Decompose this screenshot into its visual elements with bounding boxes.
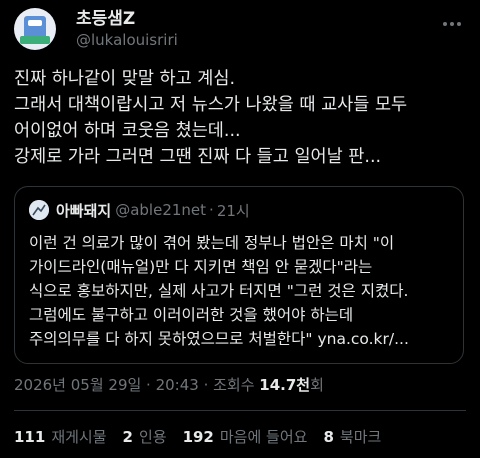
tweet-line: 어이없어 하며 코웃음 쳤는데... [14,121,241,141]
stat-bookmarks[interactable]: 8 북마크 [323,426,381,447]
stat-number: 111 [14,428,46,446]
tweet-line: 그래서 대책이랍시고 저 뉴스가 나왔을 때 교사들 모두 [14,95,408,115]
author-names: 초등샘Z @lukalouisriri [76,8,178,50]
tweet-meta: 2026년 05월 29일 · 20:43 · 조회수 14.7천회 [14,374,324,395]
stat-number: 8 [323,428,334,446]
quoted-avatar-image [29,200,49,220]
author-handle[interactable]: @lukalouisriri [76,30,178,50]
tweet-line: 진짜 하나같이 맞말 하고 계심. [14,69,236,89]
quoted-line: 그럼에도 불구하고 이러이러한 것을 했어야 하는데 [29,306,354,324]
engagement-stats: 111 재게시물 2 인용 192 마음에 들어요 8 북마크 [14,426,397,447]
quoted-line: 식으로 홍보하지만, 실제 사고가 터지면 "그런 것은 지켰다. [29,282,409,300]
quoted-tweet-header: 아빠돼지 @able21net · 21시 [29,199,250,221]
author-display-name[interactable]: 초등샘Z [76,8,178,30]
avatar-art-shape [20,36,50,44]
stat-reposts[interactable]: 111 재게시물 [14,426,107,447]
stat-likes[interactable]: 192 마음에 들어요 [183,426,308,447]
stat-number: 192 [182,428,214,446]
view-count: 14.7천 [259,376,311,394]
divider [14,410,466,411]
stat-label: 마음에 들어요 [219,428,308,446]
quoted-handle: @able21net [115,201,207,219]
view-count-suffix: 회 [310,376,324,394]
quoted-tweet-card[interactable]: 아빠돼지 @able21net · 21시 이런 건 의료가 많이 겪어 봤는데… [14,186,464,364]
profile-avatar[interactable] [14,8,56,50]
stat-label: 북마크 [339,428,382,446]
tweet-header: 초등샘Z @lukalouisriri [14,6,466,54]
stat-number: 2 [122,428,133,446]
tweet-timestamp[interactable]: 2026년 05월 29일 · 20:43 · 조회수 [14,376,259,394]
avatar-art-shape [28,20,42,26]
quoted-display-name: 아빠돼지 [56,201,112,220]
quoted-time: 21시 [216,201,250,220]
quoted-tweet-text: 이런 건 의료가 많이 겪어 봤는데 정부나 법안은 마치 "이 가이드라인(매… [29,231,453,351]
stat-quotes[interactable]: 2 인용 [123,426,167,447]
more-dots-icon [443,22,461,26]
quoted-line: 가이드라인(매뉴얼)만 다 지키면 책임 안 묻겠다"라는 [29,258,373,276]
quoted-separator: · [209,201,214,219]
tweet-line: 강제로 가라 그러면 그땐 진짜 다 들고 일어날 판... [14,147,382,167]
quoted-avatar [29,200,49,220]
tweet-text: 진짜 하나같이 맞말 하고 계심. 그래서 대책이랍시고 저 뉴스가 나왔을 때… [14,66,466,170]
stat-label: 재게시물 [51,428,107,446]
more-options-icon[interactable] [442,12,462,31]
quoted-line: 이런 건 의료가 많이 겪어 봤는데 정부나 법안은 마치 "이 [29,234,395,252]
quoted-line: 주의의무를 다 하지 못하였으므로 처벌한다" yna.co.kr/... [29,330,409,348]
stat-label: 인용 [138,428,167,446]
